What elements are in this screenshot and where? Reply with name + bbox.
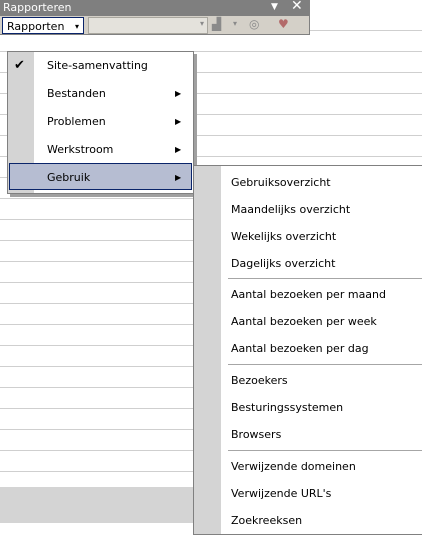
menu-separator xyxy=(228,364,422,365)
submenu-item-visits-per-day[interactable]: Aantal bezoeken per dag xyxy=(231,335,369,362)
menu-item-label: Gebruik xyxy=(47,171,91,184)
submenu-item-monthly-overview[interactable]: Maandelijks overzicht xyxy=(231,196,350,223)
reporting-toolbar: Rapporteren ▼ ✕ Rapporten ▾ ▾ ▟ ▾ ◎ ♥ xyxy=(0,0,310,35)
menu-item-label: Site-samenvatting xyxy=(47,59,148,72)
submenu-item-search-strings[interactable]: Zoekreeksen xyxy=(231,507,302,534)
submenu-arrow-icon: ▶ xyxy=(175,145,182,154)
toolbar-titlebar[interactable]: Rapporteren ▼ ✕ xyxy=(0,0,309,16)
submenu-item-usage-overview[interactable]: Gebruiksoverzicht xyxy=(231,169,331,196)
menu-icon-strip xyxy=(194,166,221,534)
submenu-item-visits-per-month[interactable]: Aantal bezoeken per maand xyxy=(231,281,386,308)
chevron-down-icon: ▾ xyxy=(74,22,79,31)
reports-menu: ✔ Site-samenvatting Bestanden ▶ Probleme… xyxy=(7,51,194,194)
check-icon: ✔ xyxy=(14,58,25,73)
spellcheck-icon[interactable]: ♥ xyxy=(278,17,289,34)
menu-separator xyxy=(228,450,422,451)
menu-item-workflow[interactable]: Werkstroom ▶ xyxy=(8,136,193,163)
toolbar-options-icon[interactable]: ▼ xyxy=(271,0,278,15)
submenu-item-weekly-overview[interactable]: Wekelijks overzicht xyxy=(231,223,336,250)
submenu-arrow-icon: ▶ xyxy=(175,173,182,182)
submenu-arrow-icon: ▶ xyxy=(175,89,182,98)
chart-icon[interactable]: ▟ xyxy=(212,17,221,34)
submenu-arrow-icon: ▶ xyxy=(175,117,182,126)
usage-submenu: Gebruiksoverzicht Maandelijks overzicht … xyxy=(193,165,422,535)
toolbar-title: Rapporteren xyxy=(3,1,72,14)
menu-item-label: Problemen xyxy=(47,115,106,128)
chevron-down-icon[interactable]: ▾ xyxy=(233,19,237,36)
close-icon[interactable]: ✕ xyxy=(291,0,303,14)
submenu-item-referring-urls[interactable]: Verwijzende URL's xyxy=(231,480,331,507)
menu-separator xyxy=(228,278,422,279)
menu-item-problems[interactable]: Problemen ▶ xyxy=(8,108,193,135)
submenu-item-visitors[interactable]: Bezoekers xyxy=(231,367,288,394)
reports-button-label: Rapporten xyxy=(7,20,65,33)
report-select[interactable]: ▾ xyxy=(88,17,208,34)
submenu-item-visits-per-week[interactable]: Aantal bezoeken per week xyxy=(231,308,377,335)
globe-icon[interactable]: ◎ xyxy=(249,17,259,34)
submenu-item-browsers[interactable]: Browsers xyxy=(231,421,281,448)
reports-button[interactable]: Rapporten ▾ xyxy=(2,17,84,34)
menu-item-files[interactable]: Bestanden ▶ xyxy=(8,80,193,107)
menu-item-usage[interactable]: Gebruik ▶ xyxy=(9,163,192,190)
background-footer xyxy=(0,487,220,523)
submenu-item-referring-domains[interactable]: Verwijzende domeinen xyxy=(231,453,356,480)
menu-item-label: Werkstroom xyxy=(47,143,114,156)
submenu-item-daily-overview[interactable]: Dagelijks overzicht xyxy=(231,250,335,277)
submenu-item-operating-systems[interactable]: Besturingssystemen xyxy=(231,394,343,421)
chevron-down-icon: ▾ xyxy=(199,19,204,28)
menu-item-label: Bestanden xyxy=(47,87,106,100)
menu-item-site-summary[interactable]: ✔ Site-samenvatting xyxy=(8,52,193,79)
